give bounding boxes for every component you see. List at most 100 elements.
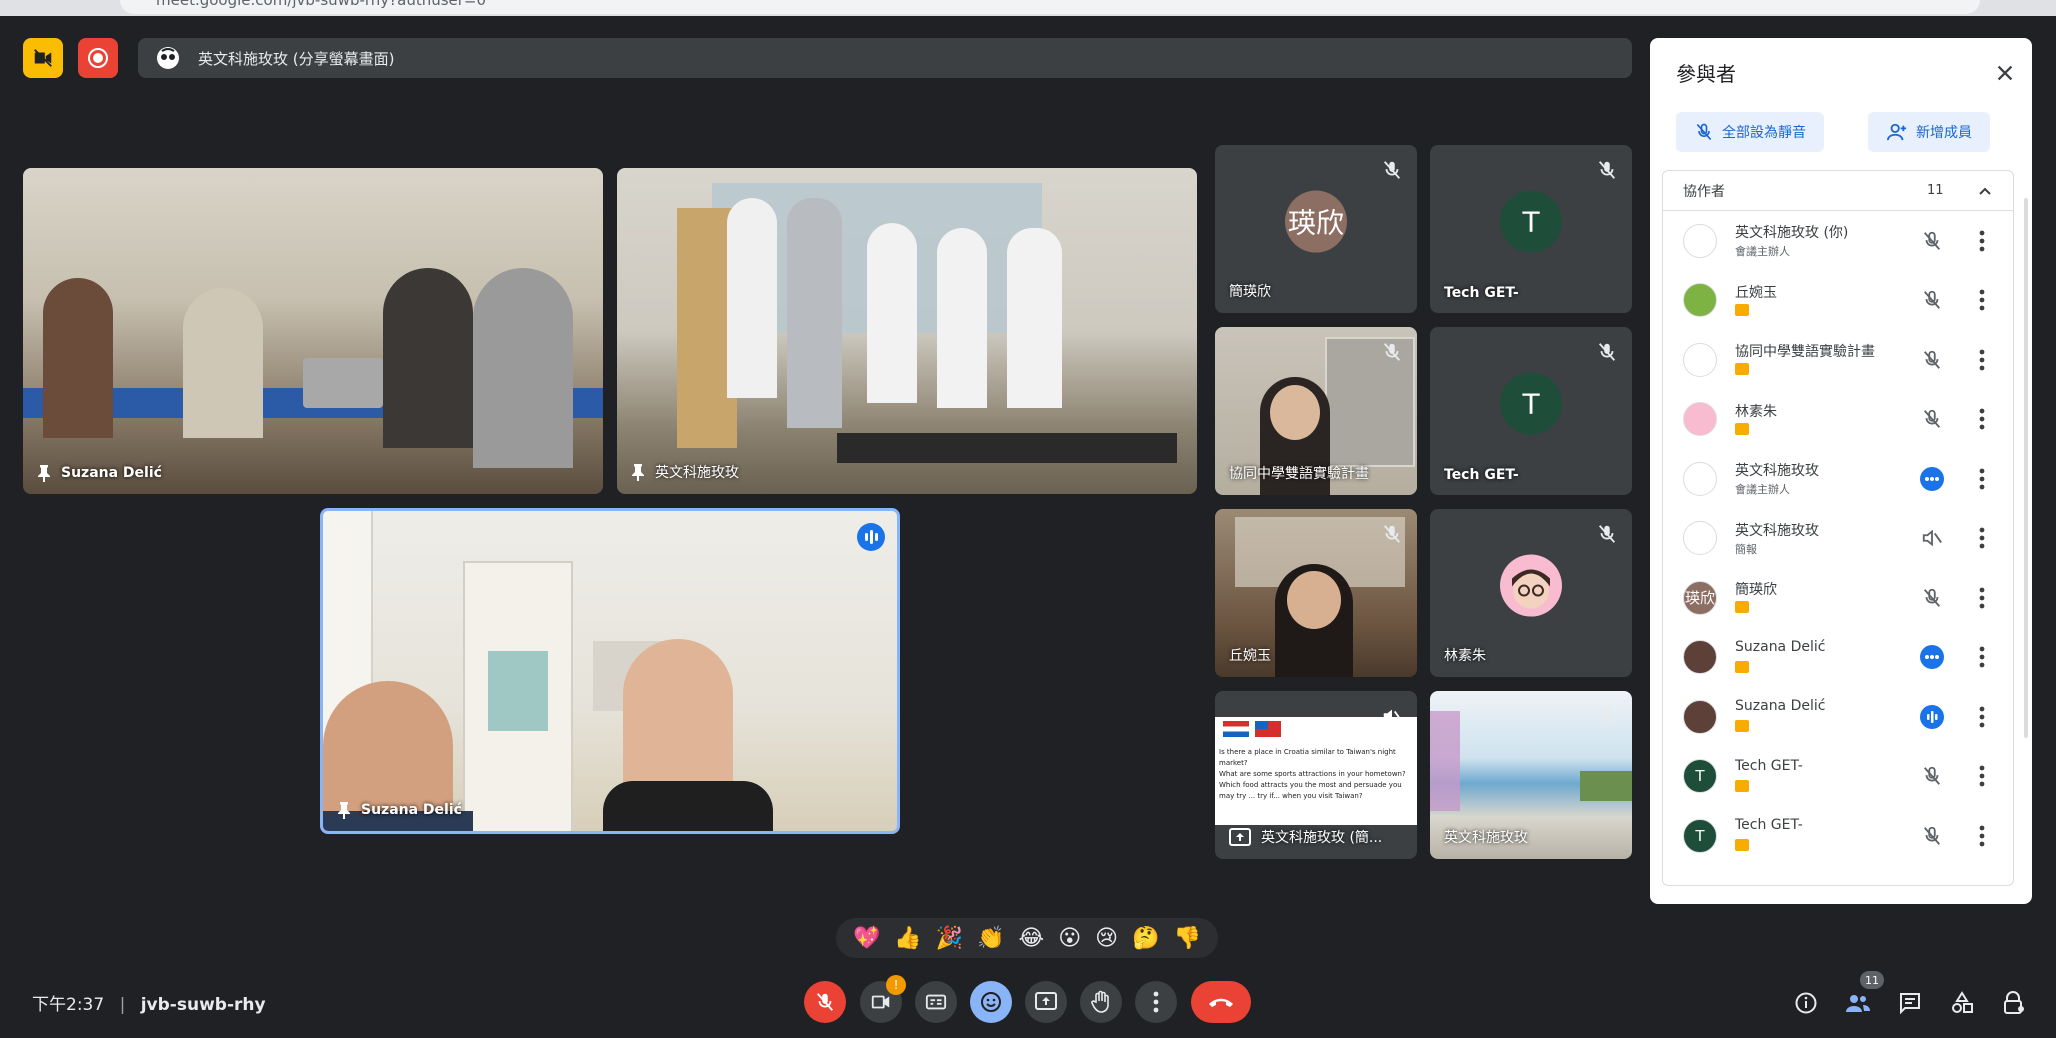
more-vert-icon[interactable]: [1979, 706, 1985, 728]
mic-toggle-button[interactable]: [804, 981, 846, 1023]
presenting-bar[interactable]: 英文科施玫玫 (分享螢幕畫面): [138, 38, 1632, 78]
avatar: [1683, 461, 1717, 496]
captions-button[interactable]: [915, 981, 957, 1023]
participant-tile[interactable]: 協同中學雙語實驗計畫: [1215, 327, 1417, 495]
volume-off-icon[interactable]: [1918, 524, 1946, 552]
camera-toggle-button[interactable]: !: [860, 975, 906, 1023]
mic-off-icon[interactable]: [1918, 227, 1946, 255]
mute-all-button[interactable]: 全部設為靜音: [1676, 112, 1824, 152]
participant-row[interactable]: T Tech GET-: [1663, 747, 2013, 807]
participant-name: Suzana Delić: [1735, 698, 1826, 714]
meeting-details-button[interactable]: [1788, 985, 1824, 1021]
reaction-emoji[interactable]: 😮: [1058, 926, 1081, 951]
participant-row[interactable]: Suzana Delić: [1663, 628, 2013, 688]
participant-row[interactable]: 英文科施玫玫 簡報: [1663, 509, 2013, 569]
emoji-reactions-button[interactable]: [970, 981, 1012, 1023]
meeting-code: jvb-suwb-rhy: [140, 995, 266, 1015]
close-icon[interactable]: [1994, 62, 2016, 84]
shapes-icon: [1952, 991, 1973, 1013]
active-speaker-tile[interactable]: Suzana Delić: [320, 508, 900, 834]
more-vert-icon[interactable]: [1979, 765, 1985, 787]
participant-list: 英文科施玫玫 (你) 會議主辦人 丘婉玉 協同中學雙語實驗計畫 林素朱 英文科施玫玫 會議主…: [1663, 211, 2013, 866]
participant-tile[interactable]: T Tech GET-: [1430, 145, 1632, 313]
more-vert-icon[interactable]: [1979, 408, 1985, 430]
more-vert-icon[interactable]: [1979, 468, 1985, 490]
audio-idle-icon[interactable]: [1918, 643, 1946, 671]
mic-off-icon: [1598, 707, 1616, 725]
participant-tile[interactable]: 英文科施玫玫: [1430, 691, 1632, 859]
reaction-emoji[interactable]: 👎: [1173, 926, 1200, 951]
reaction-emoji[interactable]: 🎉: [936, 926, 963, 951]
participant-row[interactable]: Suzana Delić: [1663, 687, 2013, 747]
tile-name: 英文科施玫玫 (簡...: [1229, 827, 1382, 847]
reaction-emoji[interactable]: 🤔: [1132, 926, 1159, 951]
chat-button[interactable]: [1892, 985, 1928, 1021]
participant-row[interactable]: 林素朱: [1663, 390, 2013, 450]
camera-off-badge-icon: [1735, 839, 1749, 851]
participant-tile[interactable]: 瑛欣 簡瑛欣: [1215, 145, 1417, 313]
recording-indicator[interactable]: [78, 38, 118, 78]
present-screen-icon: [1035, 992, 1057, 1010]
more-options-button[interactable]: [1135, 981, 1177, 1023]
reaction-emoji[interactable]: 👏: [977, 926, 1004, 951]
chevron-up-icon[interactable]: [1977, 183, 1993, 199]
mic-off-icon: [1598, 343, 1616, 361]
avatar: [1683, 342, 1717, 377]
reaction-emoji[interactable]: 😂: [1019, 926, 1045, 951]
participant-tile[interactable]: 林素朱: [1430, 509, 1632, 677]
participant-tile[interactable]: T Tech GET-: [1430, 327, 1632, 495]
pin-icon[interactable]: [631, 463, 645, 481]
reaction-emoji[interactable]: 👍: [894, 926, 921, 951]
participant-tile[interactable]: 丘婉玉: [1215, 509, 1417, 677]
add-people-button[interactable]: 新增成員: [1868, 112, 1990, 152]
participant-row[interactable]: 丘婉玉: [1663, 271, 2013, 331]
chat-icon: [1900, 993, 1920, 1015]
more-vert-icon[interactable]: [1979, 527, 1985, 549]
participant-row[interactable]: 瑛欣 簡瑛欣: [1663, 568, 2013, 628]
presentation-tile[interactable]: Is there a place in Croatia similar to T…: [1215, 691, 1417, 859]
mic-off-icon[interactable]: [1918, 762, 1946, 790]
more-vert-icon[interactable]: [1979, 349, 1985, 371]
camera-off-indicator[interactable]: [23, 38, 63, 78]
mic-off-icon[interactable]: [1918, 346, 1946, 374]
scrollbar[interactable]: [2024, 198, 2028, 738]
video-tile[interactable]: 英文科施玫玫: [617, 168, 1197, 494]
participant-row[interactable]: 英文科施玫玫 會議主辦人: [1663, 449, 2013, 509]
more-vert-icon[interactable]: [1979, 289, 1985, 311]
volume-off-icon: [1383, 709, 1402, 723]
audio-idle-icon[interactable]: [1918, 465, 1946, 493]
mic-off-icon[interactable]: [1918, 286, 1946, 314]
host-controls-button[interactable]: [1996, 985, 2032, 1021]
activities-button[interactable]: [1944, 985, 1980, 1021]
reaction-emoji[interactable]: 😢: [1095, 926, 1118, 951]
participant-row[interactable]: 協同中學雙語實驗計畫: [1663, 330, 2013, 390]
present-now-button[interactable]: [1025, 981, 1067, 1023]
mic-off-icon[interactable]: [1918, 822, 1946, 850]
more-vert-icon[interactable]: [1979, 587, 1985, 609]
speaking-icon[interactable]: [1918, 703, 1946, 731]
pin-icon[interactable]: [37, 464, 51, 482]
mic-off-icon: [1598, 161, 1616, 179]
participant-role: 會議主辦人: [1735, 483, 1790, 496]
person-silhouette: [183, 288, 263, 438]
record-icon: [88, 48, 108, 68]
mic-off-icon: [1696, 123, 1712, 141]
raise-hand-button[interactable]: [1080, 981, 1122, 1023]
mic-off-icon[interactable]: [1918, 405, 1946, 433]
video-tile[interactable]: Suzana Delić: [23, 168, 603, 494]
participant-row[interactable]: 英文科施玫玫 (你) 會議主辦人: [1663, 211, 2013, 271]
more-vert-icon[interactable]: [1979, 230, 1985, 252]
pin-icon[interactable]: [337, 801, 351, 819]
address-bar[interactable]: meet.google.com/jvb-suwb-rhy?authuser=0: [120, 0, 1980, 14]
more-vert-icon[interactable]: [1979, 825, 1985, 847]
reaction-emoji[interactable]: 💖: [853, 926, 880, 951]
face-shape: [1287, 571, 1341, 629]
leave-call-button[interactable]: [1191, 981, 1251, 1023]
group-header[interactable]: 協作者 11: [1663, 171, 2013, 211]
people-button[interactable]: 11: [1840, 971, 1884, 1021]
mic-off-icon[interactable]: [1918, 584, 1946, 612]
flowers-shape: [1430, 711, 1460, 811]
participant-row[interactable]: T Tech GET-: [1663, 806, 2013, 866]
tile-name: 丘婉玉: [1229, 648, 1271, 664]
more-vert-icon[interactable]: [1979, 646, 1985, 668]
